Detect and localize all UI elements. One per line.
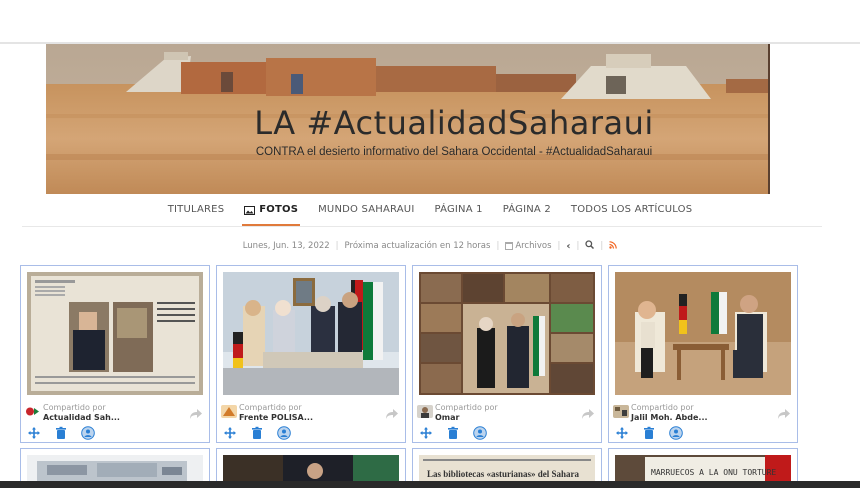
main-nav: TITULARES FOTOS MUNDO SAHARAUI PÁGINA 1 … bbox=[0, 200, 860, 226]
avatar bbox=[221, 405, 237, 418]
top-bar bbox=[0, 0, 860, 44]
nav-item-label: PÁGINA 1 bbox=[434, 204, 483, 215]
next-update-text: Próxima actualización en 12 horas bbox=[344, 241, 491, 251]
nav-item-todos-los-articulos[interactable]: TODOS LOS ARTÍCULOS bbox=[561, 200, 702, 226]
nav-item-pagina-1[interactable]: PÁGINA 1 bbox=[424, 200, 492, 226]
bottom-bar bbox=[0, 481, 860, 488]
avatar bbox=[613, 405, 629, 418]
avatar bbox=[417, 405, 433, 418]
chevron-left-icon[interactable]: ‹ bbox=[566, 241, 570, 252]
share-icon[interactable] bbox=[385, 407, 399, 419]
site-title[interactable]: LA #ActualidadSaharaui bbox=[46, 104, 768, 142]
divider: | bbox=[557, 241, 561, 251]
shared-by-label: Compartido por bbox=[43, 403, 106, 412]
page: LA #ActualidadSaharaui CONTRA el desiert… bbox=[0, 0, 860, 488]
avatar bbox=[25, 405, 41, 418]
share-icon[interactable] bbox=[189, 407, 203, 419]
user-circle-icon[interactable] bbox=[473, 426, 487, 440]
shared-by-label: Compartido por bbox=[631, 403, 694, 412]
nav-item-mundo-saharaui[interactable]: MUNDO SAHARAUI bbox=[308, 200, 424, 226]
shared-by-label: Compartido por bbox=[239, 403, 302, 412]
site-subtitle: CONTRA el desierto informativo del Sahar… bbox=[255, 146, 653, 158]
nav-item-pagina-2[interactable]: PÁGINA 2 bbox=[493, 200, 561, 226]
rss-icon[interactable] bbox=[609, 240, 618, 252]
share-icon[interactable] bbox=[777, 407, 791, 419]
move-icon[interactable] bbox=[615, 426, 629, 440]
user-circle-icon[interactable] bbox=[81, 426, 95, 440]
photo-collage[interactable] bbox=[419, 272, 595, 395]
trash-icon[interactable] bbox=[54, 426, 68, 440]
archives-link[interactable]: Archivos bbox=[505, 241, 552, 251]
card-actions bbox=[223, 426, 291, 440]
photo-two-people-seated[interactable] bbox=[615, 272, 791, 395]
sign-text: MARRUECOS A LA ONU TORTURE bbox=[651, 468, 776, 477]
header-banner[interactable]: LA #ActualidadSaharaui CONTRA el desiert… bbox=[46, 44, 770, 194]
author-name[interactable]: Frente POLISA... bbox=[239, 413, 313, 422]
card-actions bbox=[27, 426, 95, 440]
photo-card[interactable]: Compartido por Jalil Moh. Abde... bbox=[608, 265, 798, 443]
share-icon[interactable] bbox=[581, 407, 595, 419]
calendar-icon bbox=[505, 242, 514, 250]
search-icon[interactable] bbox=[585, 240, 595, 252]
user-circle-icon[interactable] bbox=[277, 426, 291, 440]
photo-card[interactable]: Compartido por Actualidad Sah... bbox=[20, 265, 210, 443]
photo-meeting-flags[interactable] bbox=[223, 272, 399, 395]
current-date: Lunes, Jun. 13, 2022 bbox=[242, 241, 330, 251]
archives-label: Archivos bbox=[515, 241, 552, 251]
nav-item-label: FOTOS bbox=[259, 204, 299, 215]
meta-bar: Lunes, Jun. 13, 2022 | Próxima actualiza… bbox=[0, 240, 860, 252]
photo-newspaper-clipping[interactable] bbox=[27, 272, 203, 395]
nav-item-label: TITULARES bbox=[167, 204, 225, 215]
author-name[interactable]: Omar bbox=[435, 413, 459, 422]
nav-item-label: TODOS LOS ARTÍCULOS bbox=[570, 204, 693, 215]
trash-icon[interactable] bbox=[642, 426, 656, 440]
divider: | bbox=[576, 241, 580, 251]
nav-divider bbox=[22, 226, 822, 227]
card-actions bbox=[615, 426, 683, 440]
author-name[interactable]: Jalil Moh. Abde... bbox=[631, 413, 708, 422]
nav-item-label: PÁGINA 2 bbox=[502, 204, 551, 215]
move-icon[interactable] bbox=[27, 426, 41, 440]
divider: | bbox=[600, 241, 604, 251]
move-icon[interactable] bbox=[419, 426, 433, 440]
divider: | bbox=[496, 241, 500, 251]
author-name[interactable]: Actualidad Sah... bbox=[43, 413, 120, 422]
trash-icon[interactable] bbox=[446, 426, 460, 440]
nav-item-titulares[interactable]: TITULARES bbox=[158, 200, 235, 226]
divider: | bbox=[335, 241, 339, 251]
shared-by-label: Compartido por bbox=[435, 403, 498, 412]
photo-card[interactable]: Compartido por Frente POLISA... bbox=[216, 265, 406, 443]
user-circle-icon[interactable] bbox=[669, 426, 683, 440]
image-icon bbox=[244, 206, 256, 215]
nav-item-fotos[interactable]: FOTOS bbox=[234, 200, 308, 226]
headline-text: Las bibliotecas «asturianas» del Sahara bbox=[427, 469, 580, 479]
nav-item-label: MUNDO SAHARAUI bbox=[318, 204, 415, 215]
card-actions bbox=[419, 426, 487, 440]
move-icon[interactable] bbox=[223, 426, 237, 440]
photo-card[interactable]: Compartido por Omar bbox=[412, 265, 602, 443]
trash-icon[interactable] bbox=[250, 426, 264, 440]
